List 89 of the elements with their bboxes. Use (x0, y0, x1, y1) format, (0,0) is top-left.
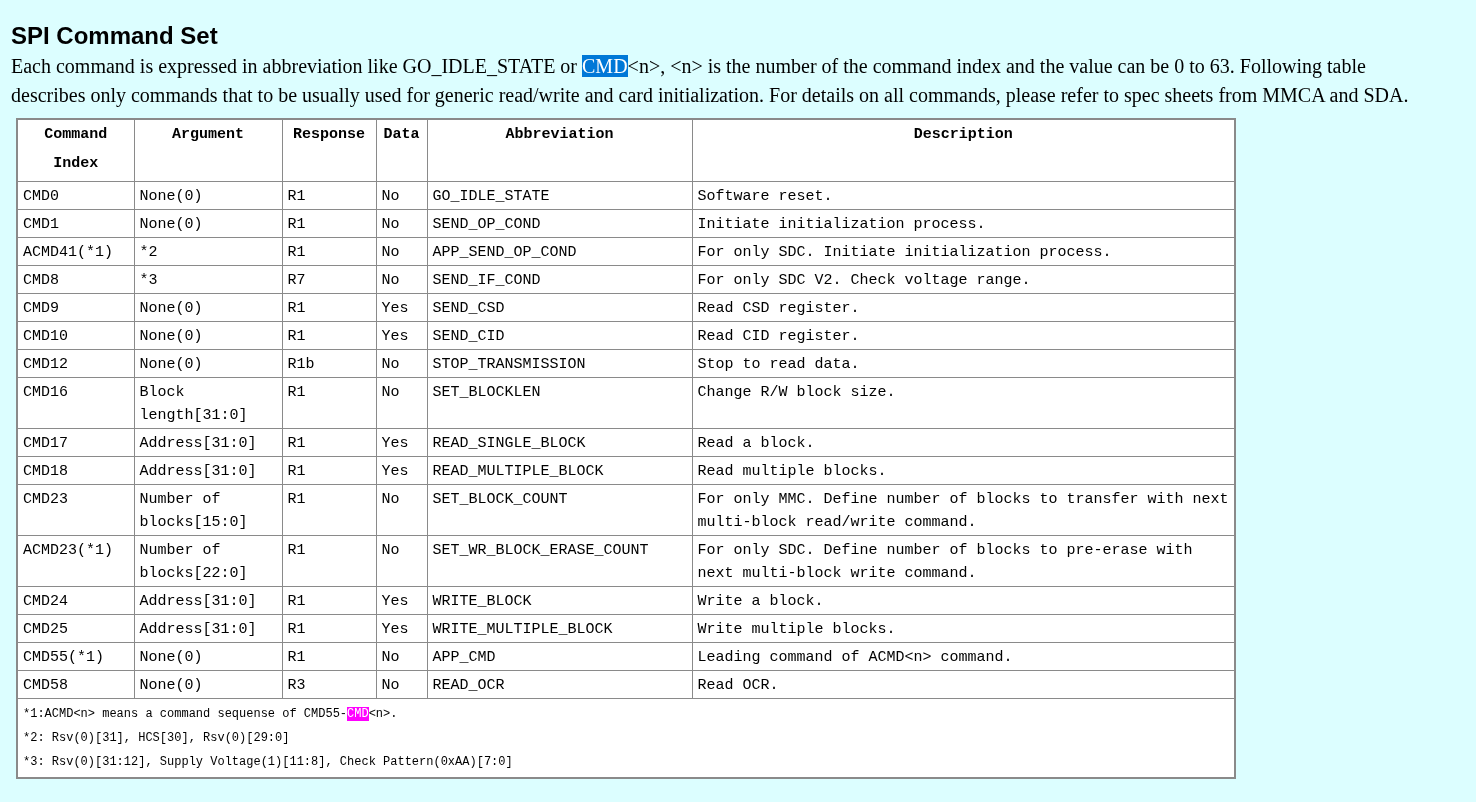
table-cell: R3 (282, 670, 376, 698)
table-cell: CMD9 (17, 293, 134, 321)
table-cell: STOP_TRANSMISSION (427, 349, 692, 377)
table-cell: CMD58 (17, 670, 134, 698)
table-cell: SEND_CSD (427, 293, 692, 321)
table-cell: R1 (282, 484, 376, 535)
table-cell: Yes (376, 614, 427, 642)
table-cell: CMD25 (17, 614, 134, 642)
table-cell: CMD8 (17, 265, 134, 293)
table-cell: Address[31:0] (134, 456, 282, 484)
table-cell: No (376, 670, 427, 698)
table-cell: SEND_OP_COND (427, 209, 692, 237)
table-cell: R1 (282, 535, 376, 586)
table-cell: R1 (282, 377, 376, 428)
table-cell: CMD24 (17, 586, 134, 614)
table-cell: No (376, 181, 427, 209)
table-cell: READ_SINGLE_BLOCK (427, 428, 692, 456)
table-cell: No (376, 377, 427, 428)
column-header: Abbreviation (427, 119, 692, 181)
table-cell: R7 (282, 265, 376, 293)
table-cell: Address[31:0] (134, 614, 282, 642)
table-cell: CMD17 (17, 428, 134, 456)
table-cell: SET_WR_BLOCK_ERASE_COUNT (427, 535, 692, 586)
table-cell: CMD12 (17, 349, 134, 377)
table-cell: Yes (376, 456, 427, 484)
intro-paragraph: Each command is expressed in abbreviation like GO_IDLE_STATE or CMD<n>, <n> is the number of the command index and the value can be 0 to 63. Following table describes only commands that to be usually used for generic read/write and card initialization. For details on all commands, please refer to spec sheets from MMCA and SDA. (11, 54, 1410, 109)
column-header: Data (376, 119, 427, 181)
footnote: *2: Rsv(0)[31], HCS[30], Rsv(0)[29:0] (23, 729, 290, 747)
table-cell: R1 (282, 642, 376, 670)
table-cell: R1 (282, 293, 376, 321)
table-cell: Number of blocks[22:0] (134, 535, 282, 586)
column-header: Argument (134, 119, 282, 181)
table-cell: CMD23 (17, 484, 134, 535)
table-cell: R1b (282, 349, 376, 377)
table-cell: R1 (282, 321, 376, 349)
table-cell: No (376, 642, 427, 670)
table-cell: R1 (282, 181, 376, 209)
table-cell: Number of blocks[15:0] (134, 484, 282, 535)
table-cell: CMD55(*1) (17, 642, 134, 670)
table-cell: No (376, 535, 427, 586)
table-cell: R1 (282, 428, 376, 456)
table-cell: R1 (282, 614, 376, 642)
column-header: Response (282, 119, 376, 181)
table-cell: Yes (376, 586, 427, 614)
footnote: *3: Rsv(0)[31:12], Supply Voltage(1)[11:8], Check Pattern(0xAA)[7:0] (23, 753, 513, 771)
table-cell: CMD18 (17, 456, 134, 484)
table-cell: Block length[31:0] (134, 377, 282, 428)
table-cell: *3 (134, 265, 282, 293)
table-cell: GO_IDLE_STATE (427, 181, 692, 209)
table-cell: ACMD41(*1) (17, 237, 134, 265)
table-cell: CMD16 (17, 377, 134, 428)
table-cell: None(0) (134, 642, 282, 670)
table-cell: None(0) (134, 181, 282, 209)
table-cell: None(0) (134, 321, 282, 349)
table-cell: R1 (282, 456, 376, 484)
table-cell: No (376, 349, 427, 377)
table-cell: Address[31:0] (134, 428, 282, 456)
table-cell: R1 (282, 237, 376, 265)
table-cell: WRITE_MULTIPLE_BLOCK (427, 614, 692, 642)
table-cell: Address[31:0] (134, 586, 282, 614)
table-cell: APP_CMD (427, 642, 692, 670)
table-cell: R1 (282, 209, 376, 237)
page-heading: SPI Command Set (11, 21, 219, 51)
table-cell: CMD0 (17, 181, 134, 209)
table-cell: WRITE_BLOCK (427, 586, 692, 614)
table-cell: No (376, 265, 427, 293)
table-cell: CMD1 (17, 209, 134, 237)
table-cell: READ_OCR (427, 670, 692, 698)
table-cell: SET_BLOCKLEN (427, 377, 692, 428)
column-header: Command Index (17, 119, 134, 181)
table-cell: No (376, 237, 427, 265)
table-cell: None(0) (134, 349, 282, 377)
table-cell: None(0) (134, 209, 282, 237)
table-cell: CMD10 (17, 321, 134, 349)
table-cell: Yes (376, 293, 427, 321)
table-cell: Yes (376, 428, 427, 456)
table-cell: No (376, 209, 427, 237)
table-cell: No (376, 484, 427, 535)
table-cell: SEND_IF_COND (427, 265, 692, 293)
table-cell: READ_MULTIPLE_BLOCK (427, 456, 692, 484)
table-cell: SEND_CID (427, 321, 692, 349)
table-cell: R1 (282, 586, 376, 614)
table-cell: SET_BLOCK_COUNT (427, 484, 692, 535)
table-cell: None(0) (134, 293, 282, 321)
table-cell: Yes (376, 321, 427, 349)
table-cell: APP_SEND_OP_COND (427, 237, 692, 265)
table-cell: *2 (134, 237, 282, 265)
table-cell: None(0) (134, 670, 282, 698)
table-cell: ACMD23(*1) (17, 535, 134, 586)
